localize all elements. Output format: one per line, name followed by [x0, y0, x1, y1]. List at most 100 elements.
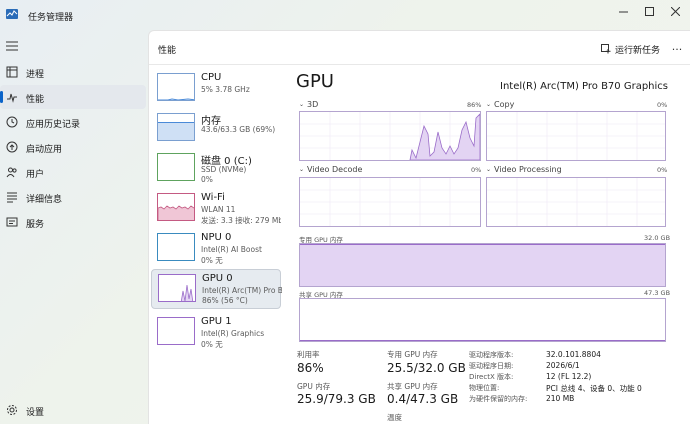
sidebar-item-label: 应用历史记录	[26, 120, 81, 130]
performance-panel: 性能 运行新任务 ... CPU 5% 3.78 GHz 内存 43.6/63.…	[148, 30, 690, 424]
npu-thumbnail	[157, 233, 195, 261]
wifi-thumbnail	[157, 193, 195, 221]
hamburger-menu-icon[interactable]	[6, 41, 18, 51]
sidebar-item-label: 服务	[26, 220, 45, 230]
engine-video-decode-history	[300, 178, 480, 226]
sidebar: 进程 性能 应用历史记录 启动应用 用户 详细信息 服务 设置	[0, 30, 148, 424]
page-title: 性能	[158, 46, 177, 56]
device-wifi[interactable]: Wi-Fi WLAN 11 发送: 3.3 接收: 279 Mb	[151, 189, 281, 229]
reserved-memory-label: 为硬件保留的内存:	[469, 395, 528, 403]
device-npu[interactable]: NPU 0 Intel(R) AI Boost 0% 无	[151, 229, 281, 269]
device-detail: 5% 3.78 GHz	[201, 85, 250, 94]
gpu0-mini-graph	[180, 284, 194, 301]
sidebar-item-startup[interactable]: 启动应用	[0, 135, 146, 159]
engine-3d-selector[interactable]: ⌄ 3D	[299, 100, 318, 109]
close-button[interactable]	[664, 3, 686, 19]
minimize-icon	[618, 11, 628, 12]
chevron-down-icon: ⌄	[299, 101, 305, 108]
engine-video-processing-selector[interactable]: ⌄ Video Processing	[486, 165, 562, 174]
gpu-mem-value: 25.9/79.3 GB	[297, 392, 376, 406]
shared-memory-max: 47.3 GB	[644, 289, 671, 297]
cpu-mini-graph	[158, 98, 194, 100]
device-gpu-1[interactable]: GPU 1 Intel(R) Graphics 0% 无	[151, 313, 281, 353]
disk-mini-graph	[158, 154, 195, 181]
title-bar: 任务管理器	[0, 0, 690, 30]
sidebar-item-users[interactable]: 用户	[0, 160, 146, 184]
wifi-mini-graph	[158, 205, 194, 220]
sidebar-item-app-history[interactable]: 应用历史记录	[0, 110, 146, 134]
gpu0-thumbnail	[158, 274, 196, 302]
run-task-label: 运行新任务	[614, 45, 660, 56]
sidebar-item-label: 进程	[26, 70, 45, 80]
engine-3d-graph	[299, 111, 481, 161]
task-manager-app-icon	[6, 9, 18, 19]
device-detail: Intel(R) Arc(TM) Pro B	[202, 286, 282, 295]
engine-percent: 0%	[471, 166, 482, 174]
sidebar-item-processes[interactable]: 进程	[0, 60, 146, 84]
maximize-button[interactable]	[638, 3, 660, 19]
device-detail: 86% (56 °C)	[202, 296, 248, 305]
directx-version-label: DirectX 版本:	[469, 373, 514, 381]
cpu-thumbnail	[157, 73, 195, 101]
sidebar-item-label: 用户	[26, 170, 45, 180]
engine-label: Copy	[494, 100, 515, 109]
run-new-task-button[interactable]: 运行新任务	[600, 40, 660, 58]
details-icon	[7, 192, 17, 203]
sidebar-item-performance[interactable]: 性能	[0, 85, 146, 109]
engine-percent: 86%	[467, 101, 482, 109]
shared-memory-fill	[300, 340, 665, 341]
dedicated-mem-label: 专用 GPU 内存	[387, 350, 438, 359]
device-detail: 发送: 3.3 接收: 279 Mb	[201, 216, 281, 225]
device-detail: 0% 无	[201, 256, 223, 265]
device-disk[interactable]: 磁盘 0 (C:) SSD (NVMe) 0%	[151, 149, 281, 189]
shared-mem-label: 共享 GPU 内存	[387, 382, 438, 391]
temperature-label: 温度	[387, 413, 402, 422]
device-detail: 43.6/63.3 GB (69%)	[201, 125, 276, 134]
device-gpu-0[interactable]: GPU 0 Intel(R) Arc(TM) Pro B 86% (56 °C)	[151, 269, 282, 309]
utilization-value: 86%	[297, 361, 324, 375]
physical-location-value: PCI 总线 4、设备 0、功能 0	[546, 384, 642, 393]
memory-thumbnail	[157, 113, 195, 141]
minimize-button[interactable]	[612, 3, 634, 19]
device-detail: Intel(R) AI Boost	[201, 245, 262, 254]
sidebar-item-label: 详细信息	[26, 195, 63, 205]
task-manager-window: 任务管理器 进程 性能 应用历史记录 启动应用 用户 详细信息 服务 设置 性能…	[0, 0, 690, 424]
engine-video-decode-selector[interactable]: ⌄ Video Decode	[299, 165, 362, 174]
engine-copy-selector[interactable]: ⌄ Copy	[486, 100, 514, 109]
engine-video-processing-history	[487, 178, 665, 226]
gpu-model-name: Intel(R) Arc(TM) Pro B70 Graphics	[500, 81, 668, 92]
engine-3d-history	[300, 112, 480, 160]
engine-video-decode-graph	[299, 177, 481, 227]
device-name: GPU 0	[202, 273, 233, 284]
device-name: GPU 1	[201, 316, 232, 327]
reserved-memory-value: 210 MB	[546, 394, 575, 403]
device-detail: 0%	[201, 175, 213, 184]
window-title: 任务管理器	[28, 13, 74, 23]
startup-icon	[6, 141, 18, 153]
device-memory[interactable]: 内存 43.6/63.3 GB (69%)	[151, 109, 281, 149]
sidebar-item-services[interactable]: 服务	[0, 210, 146, 234]
services-icon	[6, 217, 18, 227]
utilization-label: 利用率	[297, 350, 320, 359]
active-indicator	[0, 91, 3, 103]
dedicated-memory-max: 32.0 GB	[644, 234, 671, 242]
memory-fill	[158, 122, 194, 140]
users-icon	[6, 167, 17, 178]
sidebar-item-settings[interactable]: 设置	[0, 398, 146, 422]
device-name: NPU 0	[201, 232, 232, 243]
device-name: Wi-Fi	[201, 192, 225, 203]
engine-label: 3D	[307, 100, 319, 109]
maximize-icon	[644, 6, 654, 16]
sidebar-item-label: 性能	[26, 95, 45, 105]
device-detail: SSD (NVMe)	[201, 165, 247, 174]
chevron-down-icon: ⌄	[486, 101, 492, 108]
driver-version-label: 驱动程序版本:	[469, 351, 514, 359]
run-task-icon	[600, 44, 611, 54]
gpu1-thumbnail	[157, 317, 195, 345]
gear-icon	[7, 405, 17, 415]
performance-icon	[7, 93, 17, 103]
device-cpu[interactable]: CPU 5% 3.78 GHz	[151, 69, 281, 109]
sidebar-item-details[interactable]: 详细信息	[0, 185, 146, 209]
chevron-down-icon: ⌄	[299, 166, 305, 173]
more-options-button[interactable]: ...	[668, 40, 686, 58]
